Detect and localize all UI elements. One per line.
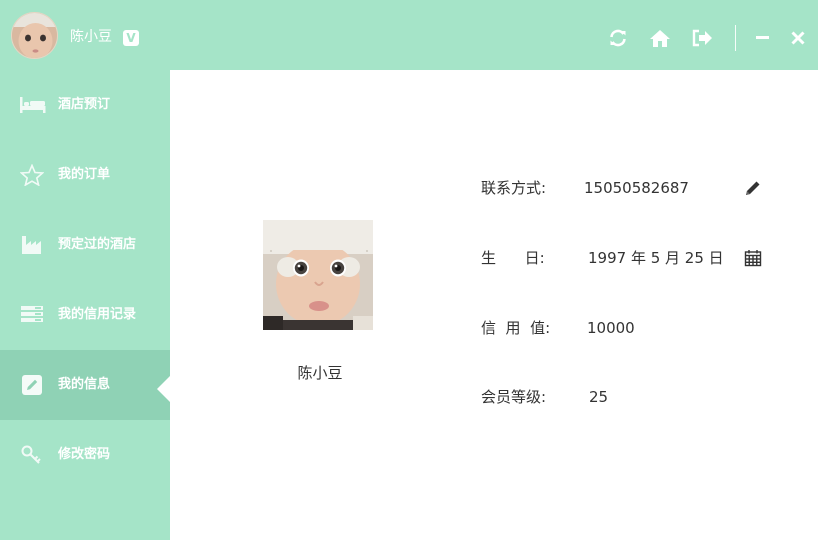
factory-icon [20,234,44,256]
minimize-icon[interactable] [756,28,776,48]
refresh-icon[interactable] [608,28,628,48]
sidebar-item-hotel-booking[interactable]: 酒店预订 [0,70,170,140]
logout-icon[interactable] [691,28,713,48]
sidebar-item-label: 我的信用记录 [58,307,137,322]
sidebar-item-my-info[interactable]: 我的信息 [0,350,170,420]
star-icon [19,163,45,187]
active-indicator [157,376,170,402]
profile-photo [263,220,373,330]
member-level-label: 会员等级: [481,388,547,406]
key-icon [20,444,44,466]
sidebar: 酒店预订 我的订单 预定过的酒店 我的信用记录 我的信息 修改密码 [0,70,170,540]
sidebar-item-label: 修改密码 [58,447,111,462]
sidebar-item-label: 我的订单 [58,167,111,182]
sidebar-item-label: 我的信息 [58,377,111,392]
sidebar-item-my-orders[interactable]: 我的订单 [0,140,170,210]
contact-value: 15050582687 [584,179,689,197]
header-username: 陈小豆 [70,29,112,45]
header-divider [735,25,736,51]
contact-label: 联系方式: [481,179,547,197]
sidebar-item-booked-hotels[interactable]: 预定过的酒店 [0,210,170,280]
profile-name: 陈小豆 [297,364,343,382]
member-level-value: 25 [589,388,609,406]
close-icon[interactable] [791,28,811,48]
sidebar-item-label: 预定过的酒店 [58,237,137,252]
top-bar: 陈小豆 V [0,0,818,70]
sidebar-item-credit-records[interactable]: 我的信用记录 [0,280,170,350]
bed-icon [20,94,46,116]
credit-value: 10000 [587,319,635,337]
edit-icon [20,374,44,396]
home-icon[interactable] [649,28,671,48]
birthday-label: 生 日: [481,249,545,267]
birthday-value: 1997 年 5 月 25 日 [588,249,724,267]
credit-label: 信 用 值: [481,319,551,337]
calendar-icon[interactable] [744,249,762,267]
vip-badge: V [123,30,139,46]
sidebar-item-change-password[interactable]: 修改密码 [0,420,170,490]
pencil-icon[interactable] [744,179,762,197]
avatar[interactable] [11,12,58,59]
sidebar-item-label: 酒店预订 [58,97,111,112]
list-icon [20,304,44,326]
